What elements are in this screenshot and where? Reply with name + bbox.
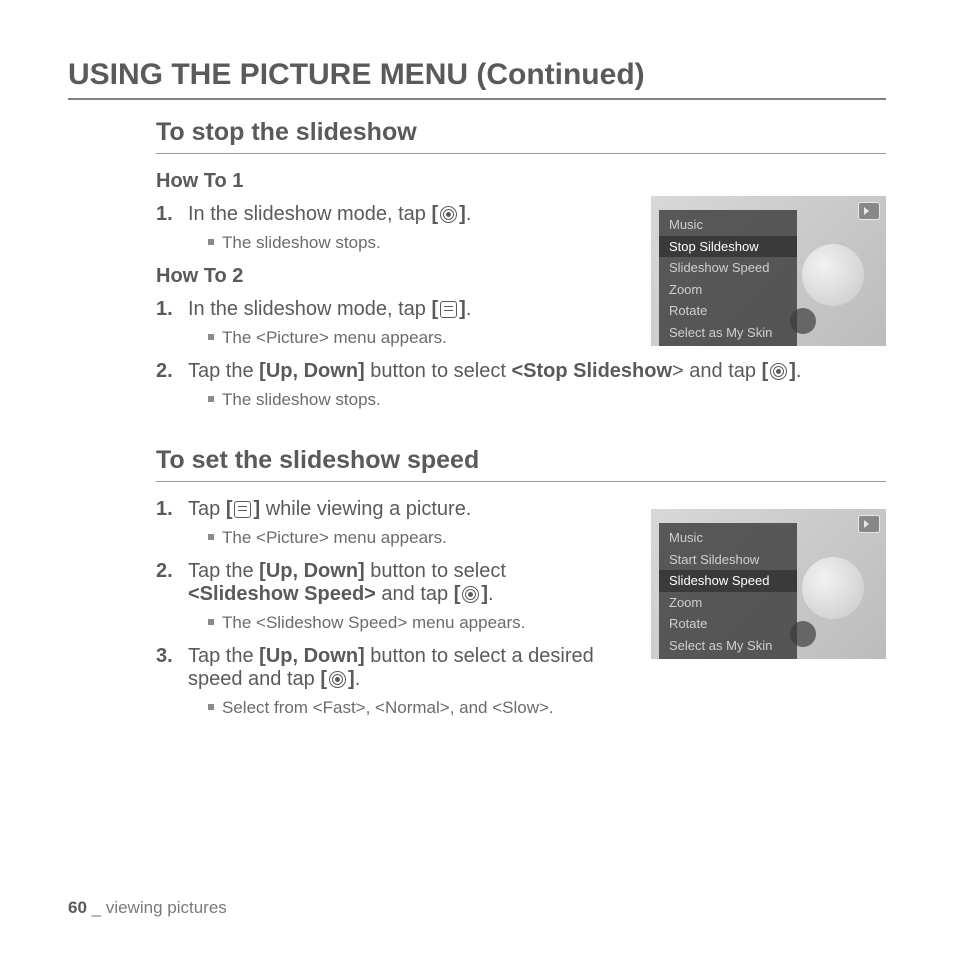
page-number: 60 bbox=[68, 898, 87, 917]
step-text: button to select bbox=[365, 560, 506, 582]
step-text: . bbox=[466, 298, 472, 320]
section-heading: To set the slideshow speed bbox=[156, 446, 886, 475]
menu-item: Select as My Skin bbox=[659, 322, 797, 344]
step-text: Tap bbox=[188, 498, 226, 520]
play-icon bbox=[858, 515, 880, 533]
step-text: . bbox=[796, 360, 802, 382]
menu-item: Rotate bbox=[659, 300, 797, 322]
select-icon bbox=[329, 671, 346, 688]
step-number: 1. bbox=[156, 298, 173, 321]
page-footer: 60 _ viewing pictures bbox=[68, 898, 227, 918]
select-icon-ref: [] bbox=[762, 360, 796, 382]
footer-sep: _ bbox=[87, 898, 106, 917]
howto2-step2: 2. Tap the [Up, Down] button to select <… bbox=[178, 360, 886, 412]
menu-item: Slideshow Speed bbox=[659, 570, 797, 592]
step-number: 2. bbox=[156, 560, 173, 583]
menu-item: Zoom bbox=[659, 592, 797, 614]
select-icon bbox=[462, 586, 479, 603]
menu-item: Music bbox=[659, 527, 797, 549]
photo-illustration bbox=[802, 557, 864, 619]
sec2-step3: 3. Tap the [Up, Down] button to select a… bbox=[178, 645, 618, 720]
step-text: . bbox=[355, 668, 361, 690]
substep: The <Slideshow Speed> menu appears. bbox=[208, 612, 618, 635]
step-bold: [Up, Down] bbox=[259, 645, 365, 667]
menu-icon-ref: [] bbox=[431, 298, 465, 320]
menu-icon bbox=[234, 501, 251, 518]
menu-item: Music bbox=[659, 214, 797, 236]
step-text: button to select bbox=[365, 360, 512, 382]
step-text: . bbox=[488, 583, 494, 605]
step-number: 1. bbox=[156, 498, 173, 521]
sec2-step1: 1. Tap [] while viewing a picture. The <… bbox=[178, 498, 618, 550]
step-text: while viewing a picture. bbox=[260, 498, 471, 520]
menu-icon-ref: [] bbox=[226, 498, 260, 520]
select-icon bbox=[770, 363, 787, 380]
step-text: In the slideshow mode, tap bbox=[188, 203, 431, 225]
manual-page: USING THE PICTURE MENU (Continued) To st… bbox=[0, 0, 954, 954]
step-number: 1. bbox=[156, 203, 173, 226]
sec2-step2: 2. Tap the [Up, Down] button to select <… bbox=[178, 560, 618, 635]
play-icon bbox=[858, 202, 880, 220]
device-screenshot-1: MusicStop SildeshowSlideshow SpeedZoomRo… bbox=[651, 196, 886, 346]
menu-item: Rotate bbox=[659, 613, 797, 635]
step-bold: <Slideshow Speed> bbox=[188, 583, 376, 605]
step-text: Tap the bbox=[188, 560, 259, 582]
step-text: and tap bbox=[376, 583, 454, 605]
step-text: > and tap bbox=[672, 360, 762, 382]
menu-item: Slideshow Speed bbox=[659, 257, 797, 279]
title-rule bbox=[68, 98, 886, 100]
select-icon bbox=[440, 206, 457, 223]
menu-item: Start Sildeshow bbox=[659, 549, 797, 571]
substep: Select from <Fast>, <Normal>, and <Slow>… bbox=[208, 697, 618, 720]
picture-menu: MusicStop SildeshowSlideshow SpeedZoomRo… bbox=[659, 210, 797, 346]
section-rule bbox=[156, 153, 886, 154]
chapter-name: viewing pictures bbox=[106, 898, 227, 917]
step-text: In the slideshow mode, tap bbox=[188, 298, 431, 320]
step-text: Tap the bbox=[188, 360, 259, 382]
step-text: . bbox=[466, 203, 472, 225]
select-icon-ref: [] bbox=[431, 203, 465, 225]
photo-illustration bbox=[802, 244, 864, 306]
step-number: 3. bbox=[156, 645, 173, 668]
section-rule bbox=[156, 481, 886, 482]
menu-icon bbox=[440, 301, 457, 318]
select-icon-ref: [] bbox=[320, 668, 354, 690]
menu-item: Select as My Skin bbox=[659, 635, 797, 657]
substep: The slideshow stops. bbox=[208, 389, 886, 412]
menu-item: Stop Sildeshow bbox=[659, 236, 797, 258]
section-heading: To stop the slideshow bbox=[156, 118, 886, 147]
step-bold: [Up, Down] bbox=[259, 560, 365, 582]
step-bold: [Up, Down] bbox=[259, 360, 365, 382]
select-icon-ref: [] bbox=[454, 583, 488, 605]
step-text: Tap the bbox=[188, 645, 259, 667]
howto-1-label: How To 1 bbox=[156, 170, 886, 193]
substep: The <Picture> menu appears. bbox=[208, 527, 618, 550]
picture-menu: MusicStart SildeshowSlideshow SpeedZoomR… bbox=[659, 523, 797, 659]
step-bold: <Stop Slideshow bbox=[511, 360, 672, 382]
step-number: 2. bbox=[156, 360, 173, 383]
page-title: USING THE PICTURE MENU (Continued) bbox=[68, 58, 886, 92]
device-screenshot-2: MusicStart SildeshowSlideshow SpeedZoomR… bbox=[651, 509, 886, 659]
menu-item: Zoom bbox=[659, 279, 797, 301]
